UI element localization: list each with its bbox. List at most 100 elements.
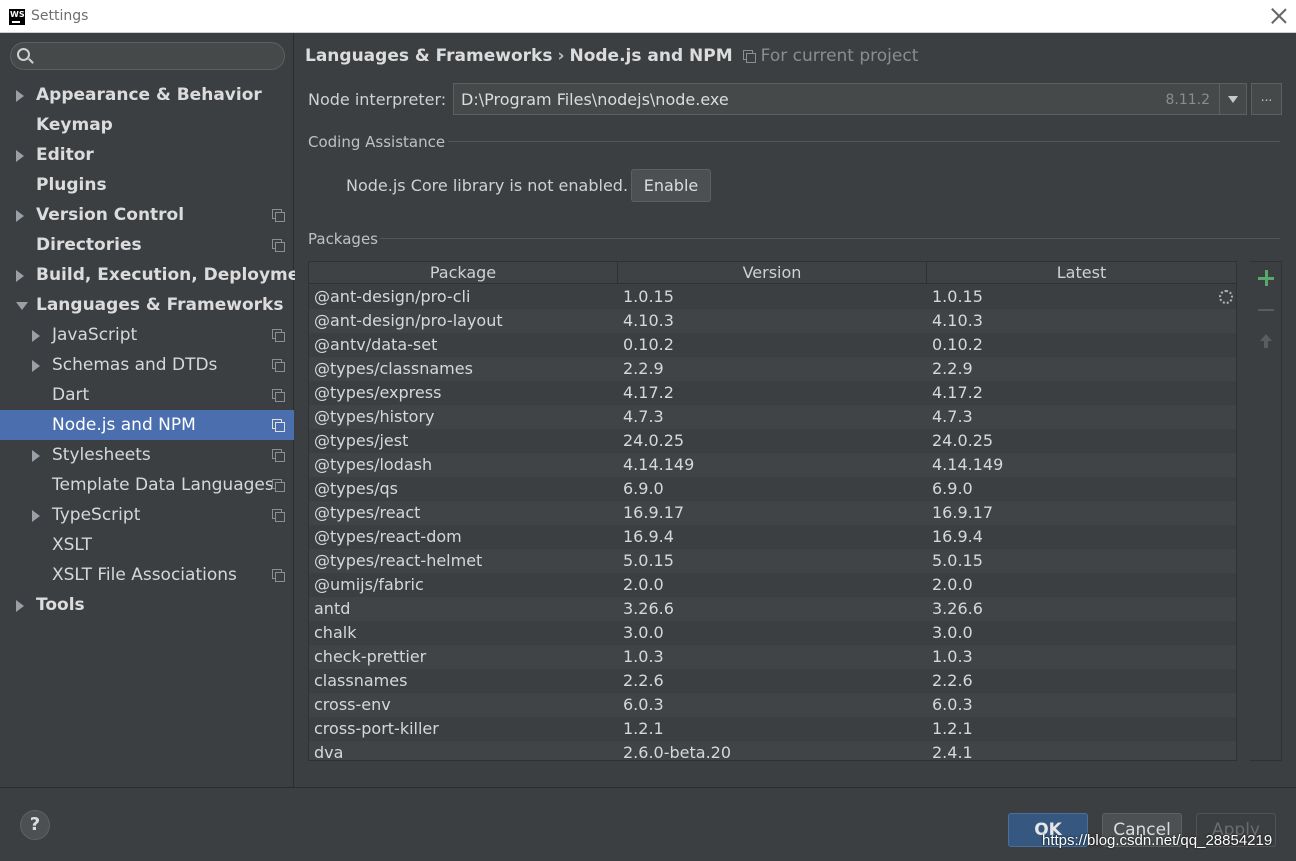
project-scope-icon: [272, 389, 285, 402]
settings-search-input[interactable]: [10, 42, 285, 70]
latest-version-cell: 24.0.25: [932, 431, 994, 450]
version-cell: 24.0.25: [623, 431, 685, 450]
sidebar-item-tools[interactable]: Tools: [0, 590, 294, 620]
column-header-latest[interactable]: Latest: [927, 262, 1236, 284]
expand-right-icon[interactable]: [16, 600, 24, 612]
expand-right-icon[interactable]: [32, 360, 40, 372]
sidebar-item-node-js-and-npm[interactable]: Node.js and NPM: [0, 410, 294, 440]
window-title-bar: WS Settings: [0, 0, 1296, 33]
table-row[interactable]: cross-env 6.0.3 6.0.3: [309, 693, 1236, 717]
window-title: Settings: [31, 8, 89, 24]
sidebar-item-label: Appearance & Behavior: [36, 85, 262, 105]
sidebar-item-label: Tools: [36, 595, 85, 615]
table-row[interactable]: @types/express 4.17.2 4.17.2: [309, 381, 1236, 405]
table-row[interactable]: chalk 3.0.0 3.0.0: [309, 621, 1236, 645]
table-row[interactable]: @types/qs 6.9.0 6.9.0: [309, 477, 1236, 501]
close-icon[interactable]: [1271, 8, 1287, 24]
table-row[interactable]: @antv/data-set 0.10.2 0.10.2: [309, 333, 1236, 357]
table-row[interactable]: dva 2.6.0-beta.20 2.4.1: [309, 741, 1236, 760]
table-row[interactable]: @types/react-dom 16.9.4 16.9.4: [309, 525, 1236, 549]
latest-version-cell: 16.9.4: [932, 527, 983, 546]
sidebar-item-directories[interactable]: Directories: [0, 230, 294, 260]
sidebar-item-label: XSLT File Associations: [52, 565, 237, 585]
loading-spinner-icon: [1219, 290, 1233, 304]
table-row[interactable]: @umijs/fabric 2.0.0 2.0.0: [309, 573, 1236, 597]
table-row[interactable]: cross-port-killer 1.2.1 1.2.1: [309, 717, 1236, 741]
expand-right-icon[interactable]: [32, 510, 40, 522]
node-interpreter-path: D:\Program Files\nodejs\node.exe: [461, 90, 729, 109]
expand-right-icon[interactable]: [16, 150, 24, 162]
enable-core-library-button[interactable]: Enable: [631, 169, 711, 202]
table-row[interactable]: check-prettier 1.0.3 1.0.3: [309, 645, 1236, 669]
sidebar-item-label: XSLT: [52, 535, 92, 555]
column-header-package[interactable]: Package: [309, 262, 618, 284]
project-scope-icon: [272, 359, 285, 372]
version-cell: 4.10.3: [623, 311, 674, 330]
latest-version-cell: 2.2.9: [932, 359, 973, 378]
sidebar-item-xslt-file-associations[interactable]: XSLT File Associations: [0, 560, 294, 590]
project-scope-icon: [272, 449, 285, 462]
table-row[interactable]: @types/react 16.9.17 16.9.17: [309, 501, 1236, 525]
version-cell: 0.10.2: [623, 335, 674, 354]
sidebar-item-appearance-behavior[interactable]: Appearance & Behavior: [0, 80, 294, 110]
table-row[interactable]: @types/classnames 2.2.9 2.2.9: [309, 357, 1236, 381]
breadcrumb-parent: Languages & Frameworks: [305, 46, 553, 66]
package-name-cell: chalk: [314, 623, 357, 642]
table-row[interactable]: @types/history 4.7.3 4.7.3: [309, 405, 1236, 429]
project-scope-icon: [272, 329, 285, 342]
add-package-icon[interactable]: [1258, 270, 1274, 286]
sidebar-item-plugins[interactable]: Plugins: [0, 170, 294, 200]
expand-right-icon[interactable]: [16, 90, 24, 102]
browse-interpreter-button[interactable]: ...: [1251, 83, 1282, 115]
package-name-cell: @types/express: [314, 383, 442, 402]
chevron-down-icon[interactable]: [1219, 84, 1246, 114]
expand-right-icon[interactable]: [32, 450, 40, 462]
table-row[interactable]: @ant-design/pro-layout 4.10.3 4.10.3: [309, 309, 1236, 333]
sidebar-item-version-control[interactable]: Version Control: [0, 200, 294, 230]
table-row[interactable]: antd 3.26.6 3.26.6: [309, 597, 1236, 621]
latest-version-cell: 2.0.0: [932, 575, 973, 594]
expand-right-icon[interactable]: [16, 270, 24, 282]
package-name-cell: @ant-design/pro-cli: [314, 287, 471, 306]
table-row[interactable]: @types/lodash 4.14.149 4.14.149: [309, 453, 1236, 477]
upgrade-package-icon[interactable]: [1258, 334, 1274, 350]
table-row[interactable]: @ant-design/pro-cli 1.0.15 1.0.15: [309, 285, 1236, 309]
version-cell: 6.9.0: [623, 479, 664, 498]
node-interpreter-version: 8.11.2: [1165, 92, 1210, 108]
sidebar-item-javascript[interactable]: JavaScript: [0, 320, 294, 350]
remove-package-icon[interactable]: [1258, 302, 1274, 318]
latest-version-cell: 1.0.3: [932, 647, 973, 666]
package-name-cell: @types/react-dom: [314, 527, 462, 546]
package-name-cell: @types/react-helmet: [314, 551, 483, 570]
sidebar-item-dart[interactable]: Dart: [0, 380, 294, 410]
breadcrumb: Languages & Frameworks › Node.js and NPM Fo…: [305, 46, 918, 66]
watermark-text: https://blog.csdn.net/qq_28854219: [1042, 832, 1273, 849]
version-cell: 2.2.6: [623, 671, 664, 690]
sidebar-item-stylesheets[interactable]: Stylesheets: [0, 440, 294, 470]
sidebar-item-label: JavaScript: [52, 325, 138, 345]
package-name-cell: check-prettier: [314, 647, 427, 666]
expand-right-icon[interactable]: [32, 330, 40, 342]
sidebar-item-schemas-and-dtds[interactable]: Schemas and DTDs: [0, 350, 294, 380]
help-button[interactable]: ?: [20, 810, 50, 840]
sidebar-item-label: Directories: [36, 235, 142, 255]
version-cell: 16.9.17: [623, 503, 685, 522]
dialog-footer: ? OK Cancel Apply: [0, 787, 1296, 861]
sidebar-item-editor[interactable]: Editor: [0, 140, 294, 170]
latest-version-cell: 4.10.3: [932, 311, 983, 330]
sidebar-item-typescript[interactable]: TypeScript: [0, 500, 294, 530]
sidebar-item-label: Plugins: [36, 175, 107, 195]
sidebar-item-keymap[interactable]: Keymap: [0, 110, 294, 140]
sidebar-item-build-execution-deployment[interactable]: Build, Execution, Deployment: [0, 260, 320, 290]
table-row[interactable]: @types/react-helmet 5.0.15 5.0.15: [309, 549, 1236, 573]
table-row[interactable]: @types/jest 24.0.25 24.0.25: [309, 429, 1236, 453]
expand-down-icon[interactable]: [16, 302, 28, 310]
sidebar-item-xslt[interactable]: XSLT: [0, 530, 294, 560]
sidebar-item-label: Languages & Frameworks: [36, 295, 284, 315]
sidebar-item-template-data-languages[interactable]: Template Data Languages: [0, 470, 294, 500]
expand-right-icon[interactable]: [16, 210, 24, 222]
sidebar-item-languages-frameworks[interactable]: Languages & Frameworks: [0, 290, 294, 320]
column-header-version[interactable]: Version: [618, 262, 927, 284]
table-row[interactable]: classnames 2.2.6 2.2.6: [309, 669, 1236, 693]
node-interpreter-combobox[interactable]: D:\Program Files\nodejs\node.exe 8.11.2: [453, 83, 1247, 115]
